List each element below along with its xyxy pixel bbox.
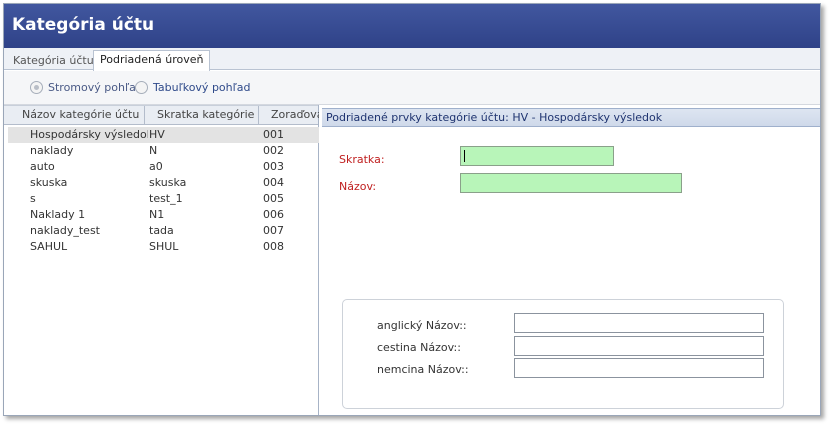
category-grid: Názov kategórie účtu Skratka kategórie Z…	[4, 105, 319, 415]
table-row[interactable]: SAHUL SHUL 008	[8, 239, 319, 255]
translations-group: anglický Názov:: cestina Názov:: nemcina…	[342, 299, 784, 409]
cell-order: 001	[263, 128, 284, 141]
table-row[interactable]: s test_1 005	[8, 191, 319, 207]
cell-order: 004	[263, 176, 284, 189]
cell-order: 007	[263, 224, 284, 237]
table-row[interactable]: naklady_test tada 007	[8, 223, 319, 239]
cell-name: s	[30, 192, 36, 205]
table-row[interactable]: auto a0 003	[8, 159, 319, 175]
grid-header: Názov kategórie účtu Skratka kategórie Z…	[4, 105, 319, 125]
radio-unselected-icon[interactable]	[135, 81, 148, 94]
text-caret	[464, 150, 465, 162]
cell-code: HV	[149, 128, 165, 141]
detail-panel: Podriadené prvky kategórie účtu: HV - Ho…	[322, 105, 820, 415]
view-mode-bar: Stromový pohľad Tabuľkový pohľad	[4, 71, 820, 105]
cell-code: N1	[149, 208, 165, 221]
nazov-input[interactable]	[460, 173, 682, 193]
skratka-label: Skratka:	[339, 153, 385, 166]
cell-order: 003	[263, 160, 284, 173]
app-window: Kategória účtu Kategória účtu Podriadená…	[3, 3, 821, 416]
cell-code: N	[149, 144, 158, 157]
window-title: Kategória účtu	[12, 15, 155, 35]
german-name-input[interactable]	[514, 358, 764, 378]
cell-order: 002	[263, 144, 284, 157]
cell-name: Hospodársky výsledok	[30, 128, 148, 141]
column-header-order[interactable]: Zoraďovanie	[259, 106, 319, 125]
cell-name: SAHUL	[30, 240, 68, 253]
cell-code: a0	[149, 160, 163, 173]
cell-name: skuska	[30, 176, 68, 189]
radio-tree-view-label: Stromový pohľad	[48, 81, 143, 94]
skratka-input[interactable]	[460, 146, 614, 166]
title-bar: Kategória účtu	[4, 4, 820, 48]
cell-order: 008	[263, 240, 284, 253]
nazov-label: Názov:	[339, 180, 377, 193]
cell-name: Naklady 1	[30, 208, 86, 221]
cell-code: skuska	[149, 176, 187, 189]
column-header-name[interactable]: Názov kategórie účtu	[8, 106, 145, 125]
cell-name: naklady	[30, 144, 74, 157]
radio-selected-icon[interactable]	[30, 81, 43, 94]
czech-name-label: cestina Názov::	[377, 341, 461, 354]
table-row[interactable]: skuska skuska 004	[8, 175, 319, 191]
table-row[interactable]: Naklady 1 N1 006	[8, 207, 319, 223]
radio-table-view[interactable]: Tabuľkový pohľad	[135, 81, 250, 94]
tab-kategoria-uctu[interactable]: Kategória účtu	[6, 51, 101, 70]
tab-strip: Kategória účtu Podriadená úroveň	[4, 48, 820, 71]
cell-code: tada	[149, 224, 174, 237]
cell-order: 005	[263, 192, 284, 205]
tab-podriadena-uroven[interactable]: Podriadená úroveň	[93, 50, 211, 71]
detail-panel-header: Podriadené prvky kategórie účtu: HV - Ho…	[322, 108, 820, 127]
cell-code: SHUL	[149, 240, 179, 253]
english-name-label: anglický Názov::	[377, 319, 467, 332]
czech-name-input[interactable]	[514, 336, 764, 356]
cell-name: naklady_test	[30, 224, 100, 237]
column-header-code[interactable]: Skratka kategórie	[145, 106, 259, 125]
english-name-input[interactable]	[514, 313, 764, 333]
table-row[interactable]: naklady N 002	[8, 143, 319, 159]
radio-tree-view[interactable]: Stromový pohľad	[30, 81, 143, 94]
table-row[interactable]: Hospodársky výsledok HV 001	[8, 127, 319, 143]
german-name-label: nemcina Názov::	[377, 363, 469, 376]
cell-code: test_1	[149, 192, 183, 205]
cell-order: 006	[263, 208, 284, 221]
radio-table-view-label: Tabuľkový pohľad	[153, 81, 251, 94]
cell-name: auto	[30, 160, 55, 173]
